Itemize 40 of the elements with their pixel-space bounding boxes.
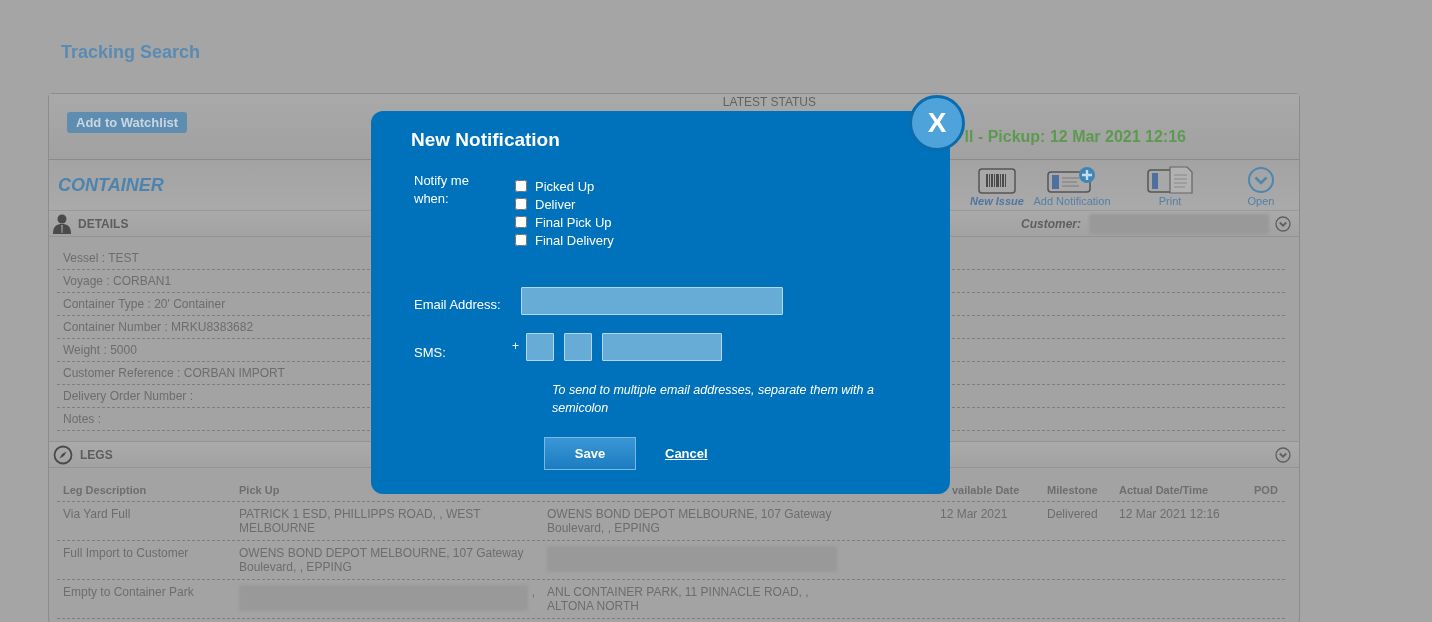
- checkbox[interactable]: [515, 216, 527, 228]
- toolbar-link[interactable]: New Issue: [970, 195, 1024, 207]
- barcode-card-icon: [978, 168, 1016, 194]
- dialog-title: New Notification: [411, 129, 561, 151]
- card-add-icon: [1047, 166, 1097, 194]
- section-title: LEGS: [80, 447, 113, 462]
- checkbox[interactable]: [515, 180, 527, 192]
- customer-label: Customer:: [1021, 216, 1081, 231]
- save-button[interactable]: Save: [544, 437, 636, 470]
- phone-field[interactable]: [526, 333, 554, 361]
- phone-field[interactable]: [564, 333, 592, 361]
- field-label: Email Address:: [413, 296, 502, 314]
- chevron-down-circle-icon: [1247, 166, 1275, 194]
- field-label: SMS:: [413, 344, 447, 362]
- section-title: DETAILS: [78, 216, 129, 231]
- compass-icon: [53, 444, 73, 465]
- phone-field[interactable]: [602, 333, 722, 361]
- status-label: LATEST STATUS: [722, 96, 816, 109]
- checkbox-label: Picked Up: [535, 178, 595, 194]
- checkbox[interactable]: [515, 198, 527, 210]
- toolbar-link[interactable]: Print: [1158, 195, 1182, 207]
- toolbar-link[interactable]: Add Notification: [1033, 195, 1111, 207]
- page-title: Tracking Search: [61, 42, 202, 63]
- print-document-icon: [1147, 166, 1193, 194]
- field-label: Notify me when:: [413, 172, 470, 208]
- status-text: ll - Pickup: 12 Mar 2021 12:16: [964, 128, 1186, 146]
- checkbox-label: Final Delivery: [535, 232, 614, 248]
- container-title: CONTAINER: [58, 174, 164, 196]
- expand-icon: [1275, 446, 1291, 463]
- expand-icon: [1275, 215, 1291, 232]
- checkbox-label: Final Pick Up: [535, 214, 612, 230]
- email-field[interactable]: [521, 287, 783, 315]
- hint-text: To send to multiple email addresses, separate them with a semicolon: [552, 382, 875, 417]
- table-cell-text: ,: [531, 585, 536, 599]
- checkbox[interactable]: [515, 234, 527, 246]
- checkbox-label: Deliver: [535, 196, 576, 212]
- toolbar-link[interactable]: Open: [1247, 195, 1275, 207]
- add-to-watchlist-button[interactable]: Add to Watchlist: [67, 112, 188, 133]
- plus-sign: +: [512, 339, 519, 353]
- cancel-link[interactable]: Cancel: [665, 446, 708, 461]
